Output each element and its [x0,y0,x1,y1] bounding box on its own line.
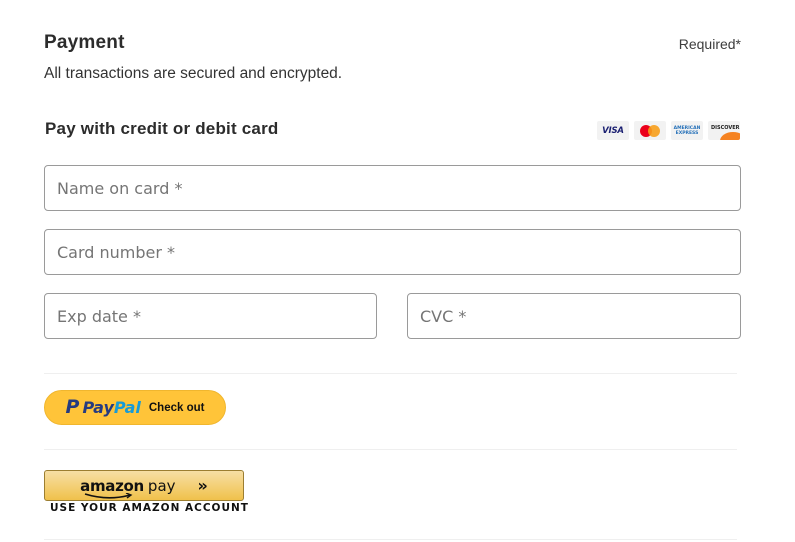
security-note: All transactions are secured and encrypt… [44,65,343,82]
amazon-pay-logo-icon: amazon pay [80,477,176,499]
required-note: Required* [678,36,741,52]
mastercard-logo-icon [634,121,666,140]
card-number-field[interactable]: Card number * [44,229,741,275]
amazon-smile-icon [84,492,133,499]
divider [44,449,737,450]
cvc-field[interactable]: CVC * [407,293,741,339]
card-number-placeholder: Card number * [57,242,176,262]
name-on-card-field[interactable]: Name on card * [44,165,741,211]
amazon-pay-caption: USE YOUR AMAZON ACCOUNT [50,502,249,514]
cvc-placeholder: CVC * [420,306,467,326]
accepted-cards: VISA AMERICAN EXPRESS DISCOVER [597,121,740,140]
paypal-checkout-label: Check out [148,401,205,414]
divider [44,373,737,374]
page-title: Payment [44,32,125,53]
name-on-card-placeholder: Name on card * [57,178,183,198]
paypal-logo-icon: P PayPal [65,396,141,418]
exp-date-field[interactable]: Exp date * [44,293,377,339]
exp-date-placeholder: Exp date * [57,306,141,326]
amex-logo-icon: AMERICAN EXPRESS [671,121,703,140]
divider [44,539,737,540]
visa-logo-icon: VISA [597,121,629,140]
amazon-pay-button[interactable]: amazon pay » [44,470,244,501]
card-section-heading: Pay with credit or debit card [45,119,279,138]
chevrons-right-icon: » [197,476,208,495]
paypal-checkout-button[interactable]: P PayPal Check out [44,390,226,425]
discover-logo-icon: DISCOVER [708,121,740,140]
